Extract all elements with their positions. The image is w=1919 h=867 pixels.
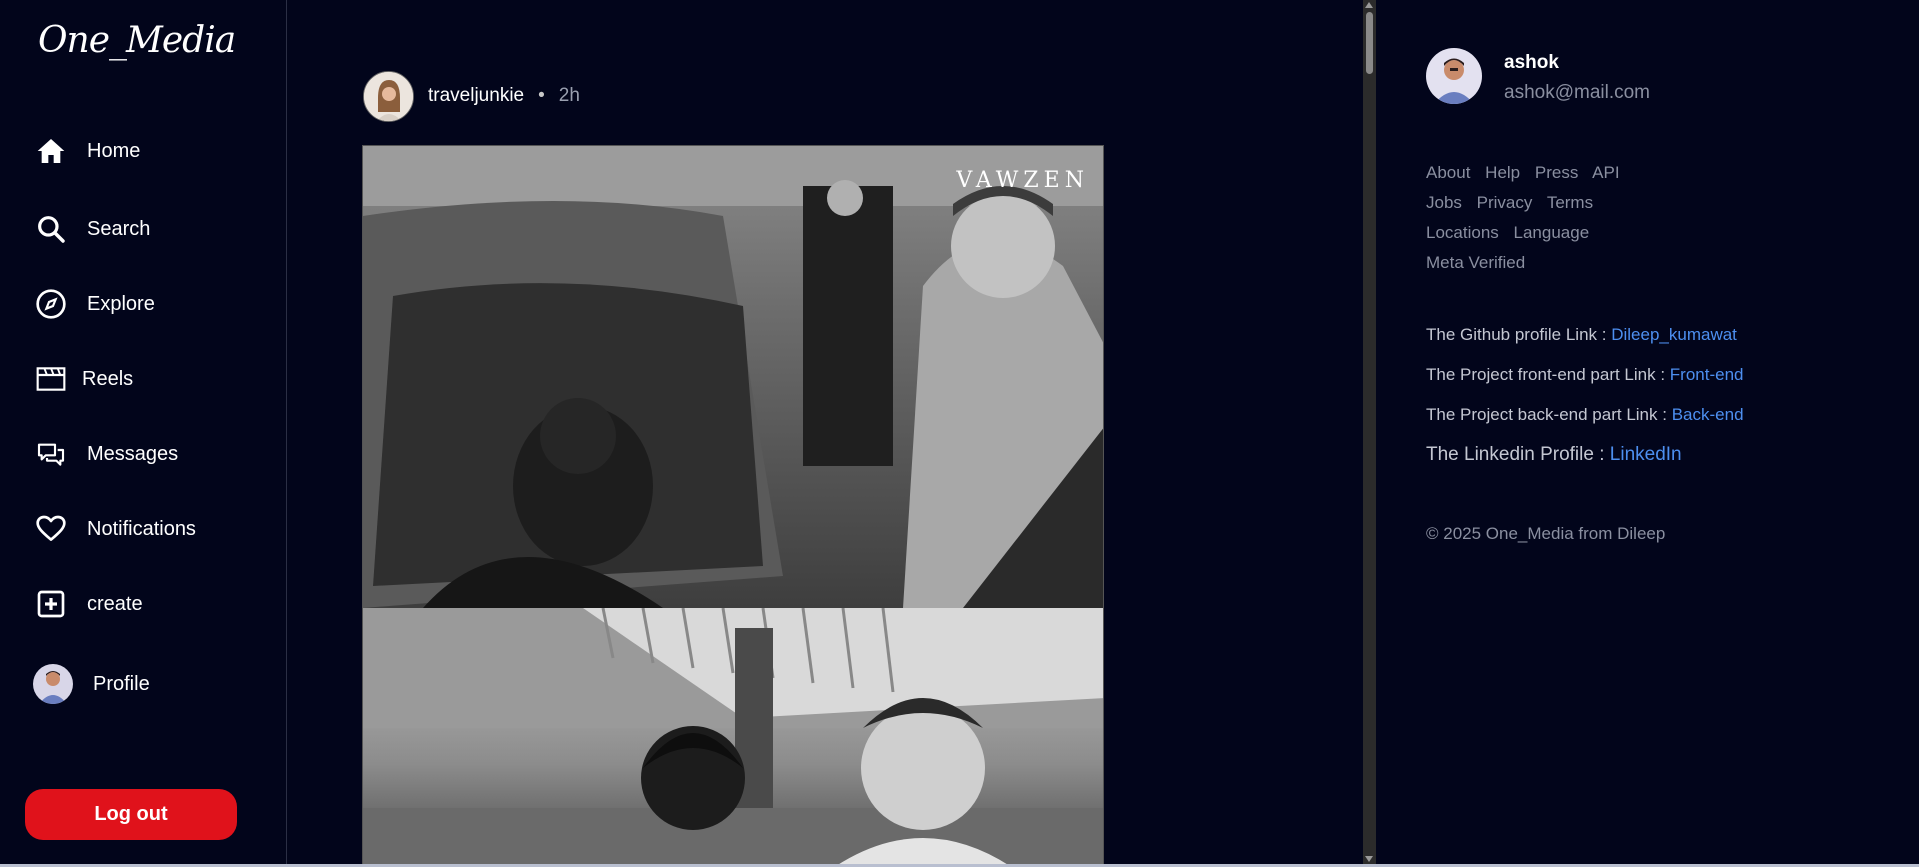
footer-links: About Help Press API Jobs Privacy Terms … [1426, 158, 1630, 278]
current-user-email: ashok@mail.com [1504, 82, 1650, 103]
logout-button[interactable]: Log out [25, 789, 237, 840]
sidebar-item-label: Profile [93, 672, 150, 695]
footer-link-about[interactable]: About [1426, 163, 1470, 182]
footer-link-help[interactable]: Help [1485, 163, 1520, 182]
sidebar-item-search[interactable]: Search [33, 209, 150, 249]
github-link[interactable]: Dileep_kumawat [1611, 325, 1737, 344]
current-user-card: ashok ashok@mail.com [1426, 48, 1650, 104]
search-icon [33, 211, 69, 247]
backend-line: The Project back-end part Link : Back-en… [1426, 403, 1744, 443]
image-watermark: VAWZEN [956, 168, 1089, 193]
image-panel-bottom [363, 607, 1103, 866]
right-panel: ashok ashok@mail.com About Help Press AP… [1376, 0, 1919, 867]
current-username[interactable]: ashok [1504, 52, 1650, 74]
backend-link[interactable]: Back-end [1672, 405, 1744, 424]
current-user-avatar[interactable] [1426, 48, 1482, 104]
post-username[interactable]: traveljunkie [428, 85, 524, 107]
feed-scrollbar[interactable] [1363, 0, 1376, 864]
sidebar-item-label: create [87, 592, 143, 615]
footer-link-terms[interactable]: Terms [1547, 193, 1593, 212]
sidebar-item-notifications[interactable]: Notifications [33, 509, 196, 549]
footer-link-press[interactable]: Press [1535, 163, 1578, 182]
sidebar-item-home[interactable]: Home [33, 131, 140, 171]
scroll-up-arrow-icon[interactable] [1365, 2, 1373, 8]
github-label: The Github profile Link : [1426, 325, 1607, 344]
sidebar-item-label: Home [87, 139, 141, 162]
sidebar-item-label: Reels [82, 367, 134, 390]
home-icon [33, 133, 69, 169]
plus-square-icon [33, 586, 69, 622]
linkedin-line: The Linkedin Profile : LinkedIn [1426, 443, 1744, 483]
frontend-line: The Project front-end part Link : Front-… [1426, 363, 1744, 403]
chat-bubbles-icon [33, 436, 69, 472]
scroll-down-arrow-icon[interactable] [1365, 856, 1373, 862]
post-author-avatar[interactable] [363, 70, 414, 122]
sidebar-item-reels[interactable]: Reels [33, 359, 133, 399]
sidebar-item-create[interactable]: create [33, 584, 143, 624]
post-image[interactable]: VAWZEN [362, 145, 1104, 867]
footer-link-api[interactable]: API [1592, 163, 1619, 182]
footer-link-meta-verified[interactable]: Meta Verified [1426, 253, 1525, 272]
image-panel-top [363, 146, 1103, 608]
copyright: © 2025 One_Media from Dileep [1426, 524, 1666, 543]
heart-icon [33, 511, 69, 547]
linkedin-link[interactable]: LinkedIn [1610, 444, 1682, 465]
backend-label: The Project back-end part Link : [1426, 405, 1667, 424]
sidebar: One_Media Home Search Explore Reels Mess… [0, 0, 287, 864]
separator-dot: • [538, 85, 545, 106]
compass-icon [33, 286, 69, 322]
clapperboard-icon [33, 361, 69, 397]
frontend-label: The Project front-end part Link : [1426, 365, 1666, 384]
sidebar-item-explore[interactable]: Explore [33, 284, 155, 324]
sidebar-item-profile[interactable]: Profile [33, 664, 150, 704]
post-time: 2h [558, 85, 580, 106]
linkedin-label: The Linkedin Profile : [1426, 444, 1605, 465]
footer-link-language[interactable]: Language [1514, 223, 1590, 242]
sidebar-item-label: Explore [87, 292, 155, 315]
sidebar-item-label: Messages [87, 442, 179, 465]
footer-link-locations[interactable]: Locations [1426, 223, 1499, 242]
project-links: The Github profile Link : Dileep_kumawat… [1426, 323, 1744, 483]
github-line: The Github profile Link : Dileep_kumawat [1426, 323, 1744, 363]
avatar [33, 664, 73, 704]
sidebar-item-label: Notifications [87, 517, 196, 540]
footer-link-jobs[interactable]: Jobs [1426, 193, 1462, 212]
scrollbar-thumb[interactable] [1366, 12, 1373, 74]
sidebar-item-label: Search [87, 217, 151, 240]
frontend-link[interactable]: Front-end [1670, 365, 1744, 384]
footer-link-privacy[interactable]: Privacy [1477, 193, 1533, 212]
app-logo[interactable]: One_Media [38, 20, 236, 61]
sidebar-item-messages[interactable]: Messages [33, 434, 178, 474]
post-header: traveljunkie • 2h [363, 70, 580, 122]
